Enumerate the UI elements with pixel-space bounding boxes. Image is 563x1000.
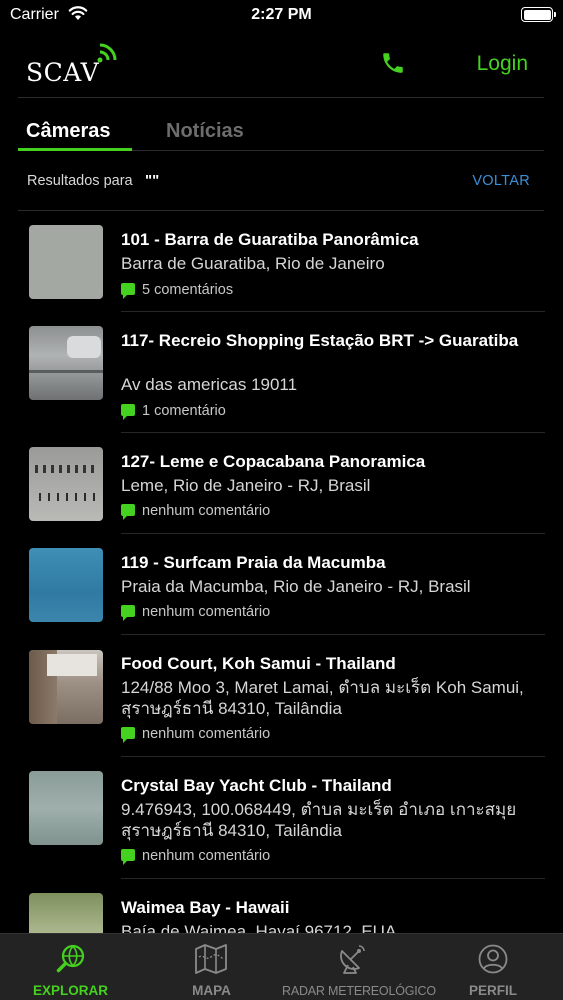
results-label: Resultados para (27, 173, 133, 189)
camera-comments: nenhum comentário (121, 604, 271, 621)
camera-thumbnail (29, 447, 103, 521)
tab-cameras[interactable]: Câmeras (26, 120, 111, 143)
bottom-tab-bar: EXPLORAR MAPA RADAR METEREOLÓGICO PERFIL (0, 933, 563, 1000)
tab-explorar[interactable]: EXPLORAR (0, 934, 141, 1000)
camera-title: 101 - Barra de Guaratiba Panorâmica (121, 230, 419, 249)
camera-title: Crystal Bay Yacht Club - Thailand (121, 776, 392, 795)
camera-thumbnail (29, 893, 103, 933)
camera-list-item[interactable]: 117- Recreio Shopping Estação BRT -> Gua… (0, 312, 563, 433)
camera-address: 124/88 Moo 3, Maret Lamai, ตำบล มะเร็ต K… (121, 678, 524, 718)
tab-radar[interactable]: RADAR METEREOLÓGICO (282, 934, 436, 1000)
tab-mapa[interactable]: MAPA (141, 934, 282, 1000)
camera-list-item[interactable]: 119 - Surfcam Praia da Macumba Praia da … (0, 534, 563, 635)
results-bar: Resultados para "" VOLTAR (18, 152, 544, 211)
camera-title: 119 - Surfcam Praia da Macumba (121, 553, 386, 572)
camera-list-item[interactable]: 127- Leme e Copacabana Panoramica Leme, … (0, 433, 563, 534)
camera-thumbnail (29, 650, 103, 724)
camera-comments: nenhum comentário (121, 848, 271, 865)
tab-news[interactable]: Notícias (166, 120, 244, 143)
segment-tabs: Câmeras Notícias (18, 114, 544, 151)
comments-count: nenhum comentário (142, 848, 271, 864)
clock: 2:27 PM (251, 6, 312, 23)
profile-icon (478, 944, 508, 974)
camera-address: Av das americas 19011 (121, 375, 298, 394)
comments-count: 1 comentário (142, 403, 226, 419)
camera-address: Baía de Waimea, Havaí 96712, EUA (121, 922, 397, 933)
camera-title: Food Court, Koh Samui - Thailand (121, 654, 396, 673)
comment-icon (121, 605, 135, 621)
globe-search-icon (56, 944, 85, 973)
comment-icon (121, 404, 135, 420)
tab-label: EXPLORAR (32, 983, 108, 998)
comment-icon (121, 283, 135, 299)
camera-comments: nenhum comentário (121, 503, 271, 520)
camera-address: Barra de Guaratiba, Rio de Janeiro (121, 254, 385, 273)
camera-thumbnail (29, 326, 103, 400)
back-button[interactable]: VOLTAR (472, 173, 530, 189)
app-logo: SCAV (26, 58, 100, 87)
tab-perfil[interactable]: PERFIL (423, 934, 563, 1000)
camera-address: 9.476943, 100.068449, ตำบล มะเร็ต อำเภอ … (121, 800, 517, 840)
camera-title: 117- Recreio Shopping Estação BRT -> Gua… (121, 331, 519, 350)
comments-count: nenhum comentário (142, 726, 271, 742)
camera-address: Praia da Macumba, Rio de Janeiro - RJ, B… (121, 577, 471, 596)
camera-comments: 5 comentários (121, 282, 234, 299)
camera-list[interactable]: 101 - Barra de Guaratiba Panorâmica Barr… (0, 212, 563, 933)
camera-comments: 1 comentário (121, 403, 226, 420)
camera-list-item[interactable]: Waimea Bay - Hawaii Baía de Waimea, Hava… (0, 879, 563, 933)
tab-label: PERFIL (468, 983, 517, 998)
camera-thumbnail (29, 548, 103, 622)
camera-list-item[interactable]: Crystal Bay Yacht Club - Thailand 9.4769… (0, 757, 563, 879)
comment-icon (121, 504, 135, 520)
results-query: "" (145, 172, 160, 189)
app-header: SCAV Login (18, 36, 544, 98)
tab-label: RADAR METEREOLÓGICO (282, 984, 436, 998)
camera-list-item[interactable]: Food Court, Koh Samui - Thailand 124/88 … (0, 635, 563, 757)
phone-icon[interactable] (380, 50, 406, 76)
camera-list-item[interactable]: 101 - Barra de Guaratiba Panorâmica Barr… (0, 212, 563, 312)
comments-count: 5 comentários (142, 282, 234, 298)
camera-title: Waimea Bay - Hawaii (121, 898, 290, 917)
camera-address: Leme, Rio de Janeiro - RJ, Brasil (121, 476, 371, 495)
comment-icon (121, 849, 135, 865)
radar-dish-icon (340, 945, 365, 974)
signal-icon (97, 43, 117, 63)
login-button[interactable]: Login (477, 52, 528, 76)
comment-icon (121, 727, 135, 743)
active-tab-indicator (18, 148, 132, 151)
battery-icon (521, 7, 556, 22)
camera-thumbnail (29, 225, 103, 299)
comments-count: nenhum comentário (142, 503, 271, 519)
comments-count: nenhum comentário (142, 604, 271, 620)
camera-comments: nenhum comentário (121, 726, 271, 743)
camera-title: 127- Leme e Copacabana Panoramica (121, 452, 426, 471)
status-bar: Carrier 2:27 PM (0, 0, 563, 30)
camera-thumbnail (29, 771, 103, 845)
tab-label: MAPA (192, 983, 231, 998)
map-icon (195, 944, 227, 974)
